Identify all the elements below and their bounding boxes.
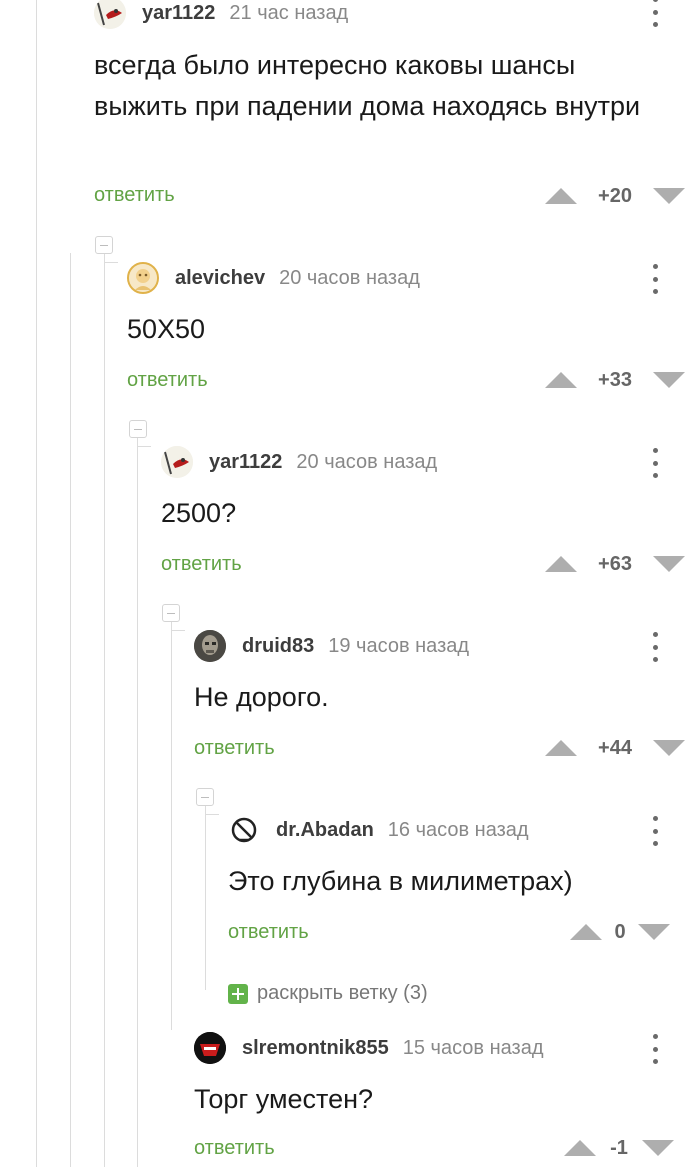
author-name[interactable]: druid83 (242, 635, 314, 658)
more-menu-icon[interactable] (651, 1034, 659, 1064)
collapse-thread-button[interactable] (196, 788, 214, 806)
reply-button[interactable]: ответить (228, 921, 309, 944)
druid-avatar-icon (194, 630, 226, 662)
author-name[interactable]: slremontnik855 (242, 1037, 389, 1060)
score: 0 (614, 920, 626, 943)
thread-connector (205, 814, 219, 815)
comment: druid83 19 часов назад Не дорого. ответи… (194, 630, 700, 770)
upvote-icon[interactable] (545, 188, 577, 204)
yar-avatar-icon (161, 446, 193, 478)
comment-text: Это глубина в милиметрах) (228, 866, 573, 896)
slremontnik-avatar-icon (194, 1032, 226, 1064)
avatar[interactable] (194, 630, 226, 662)
vote-controls: +20 (545, 181, 685, 211)
reply-button[interactable]: ответить (194, 1137, 275, 1160)
comment-time[interactable]: 20 часов назад (279, 267, 420, 290)
comment-text: Торг уместен? (194, 1084, 374, 1114)
comment-time[interactable]: 15 часов назад (403, 1037, 544, 1060)
upvote-icon[interactable] (570, 924, 602, 940)
comment: slremontnik855 15 часов назад Торг умест… (194, 1032, 700, 1167)
more-menu-icon[interactable] (651, 632, 659, 662)
vote-controls: +33 (545, 365, 685, 395)
thread-line-6 (205, 805, 206, 990)
reply-button[interactable]: ответить (194, 737, 275, 760)
vote-controls: -1 (564, 1133, 674, 1163)
author-name[interactable]: dr.Abadan (276, 819, 374, 842)
comment-text: всегда было интересно каковы шансы выжит… (94, 50, 641, 121)
comment: yar1122 20 часов назад 2500? ответить +6… (161, 446, 700, 586)
score: +63 (598, 552, 632, 575)
thread-line-5 (171, 620, 172, 1030)
more-menu-icon[interactable] (651, 0, 659, 27)
thread-line-1 (36, 0, 37, 1167)
more-menu-icon[interactable] (651, 448, 659, 478)
vote-controls: +63 (545, 549, 685, 579)
downvote-icon[interactable] (653, 740, 685, 756)
plus-icon (228, 983, 248, 1004)
comment: dr.Abadan 16 часов назад Это глубина в м… (228, 814, 700, 954)
downvote-icon[interactable] (638, 924, 670, 940)
reply-button[interactable]: ответить (127, 369, 208, 392)
thread-line-4 (137, 437, 138, 1167)
collapse-thread-button[interactable] (129, 420, 147, 438)
yar-avatar-icon (94, 0, 126, 29)
reply-button[interactable]: ответить (94, 184, 175, 207)
upvote-icon[interactable] (545, 372, 577, 388)
vote-controls: +44 (545, 733, 685, 763)
score: -1 (610, 1136, 628, 1159)
avatar[interactable] (194, 1032, 226, 1064)
upvote-icon[interactable] (545, 556, 577, 572)
reply-button[interactable]: ответить (161, 553, 242, 576)
comment-time[interactable]: 16 часов назад (388, 819, 529, 842)
downvote-icon[interactable] (653, 188, 685, 204)
comment: yar1122 21 час назад всегда было интерес… (94, 0, 700, 220)
downvote-icon[interactable] (653, 372, 685, 388)
thread-line-2 (70, 253, 71, 1167)
upvote-icon[interactable] (545, 740, 577, 756)
thread-connector (137, 446, 151, 447)
comment-text: 50X50 (127, 314, 206, 344)
more-menu-icon[interactable] (651, 264, 659, 294)
author-name[interactable]: alevichev (175, 267, 265, 290)
avatar[interactable] (94, 0, 126, 29)
downvote-icon[interactable] (653, 556, 685, 572)
score: +44 (598, 736, 632, 759)
comment-time[interactable]: 20 часов назад (296, 451, 437, 474)
more-menu-icon[interactable] (651, 816, 659, 846)
avatar[interactable] (127, 262, 159, 294)
author-name[interactable]: yar1122 (142, 2, 215, 25)
comment-text: Не дорого. (194, 682, 329, 712)
expand-thread-label: раскрыть ветку (3) (257, 982, 428, 1004)
thread-connector (171, 630, 185, 631)
author-name[interactable]: yar1122 (209, 451, 282, 474)
score: +33 (598, 368, 632, 391)
upvote-icon[interactable] (564, 1140, 596, 1156)
avatar[interactable] (161, 446, 193, 478)
comment-text: 2500? (161, 498, 237, 528)
avatar[interactable] (228, 814, 260, 846)
expand-thread-button[interactable]: раскрыть ветку (3) (228, 982, 428, 1005)
score: +20 (598, 184, 632, 207)
thread-line-3 (104, 253, 105, 1167)
alevichev-avatar-icon (129, 264, 157, 292)
downvote-icon[interactable] (642, 1140, 674, 1156)
collapse-thread-button[interactable] (95, 236, 113, 254)
vote-controls: 0 (570, 917, 670, 947)
abadan-avatar-icon (231, 817, 257, 843)
comment: alevichev 20 часов назад 50X50 ответить … (127, 262, 700, 402)
comment-time[interactable]: 19 часов назад (328, 635, 469, 658)
collapse-thread-button[interactable] (162, 604, 180, 622)
comment-time[interactable]: 21 час назад (229, 2, 348, 25)
thread-connector (104, 262, 118, 263)
